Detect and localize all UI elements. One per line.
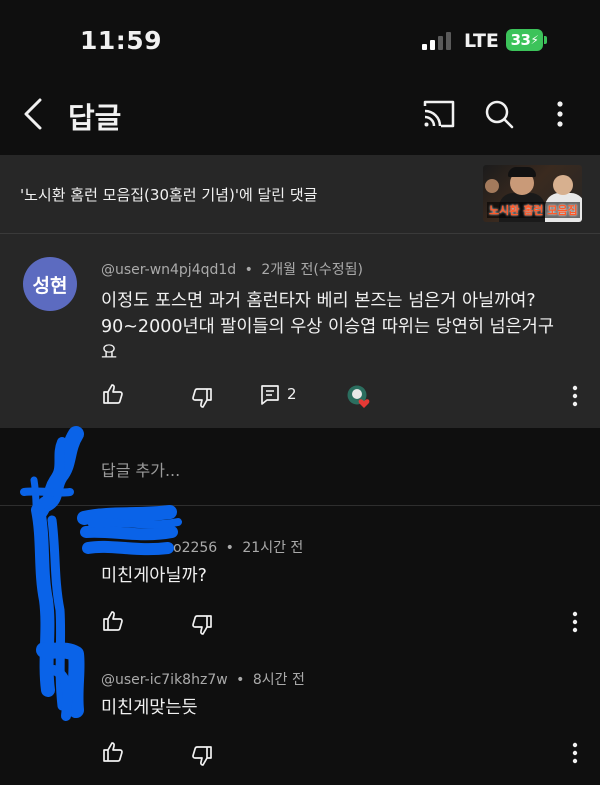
reply-item: o2256 • 21시간 전 미친게아닐까? — [0, 506, 600, 636]
add-reply-field[interactable]: 답글 추가... — [0, 428, 600, 506]
comment-line: 요 — [101, 343, 118, 363]
avatar[interactable]: 성현 — [23, 257, 77, 311]
reply-menu-icon[interactable] — [568, 610, 582, 634]
more-icon[interactable] — [540, 94, 580, 134]
reply-count[interactable]: 2 — [287, 385, 297, 403]
reply-meta: o2256 • 21시간 전 — [101, 537, 303, 557]
reply-icon[interactable] — [258, 383, 282, 407]
dislike-icon[interactable] — [190, 744, 214, 768]
signal-icon — [422, 32, 454, 50]
cast-icon[interactable] — [419, 94, 459, 134]
meta-separator: • — [236, 672, 245, 688]
meta-separator: • — [244, 262, 253, 278]
reply-menu-icon[interactable] — [568, 741, 582, 765]
reply-time: 21시간 전 — [242, 540, 304, 556]
like-icon[interactable] — [101, 740, 125, 764]
like-icon[interactable] — [101, 609, 125, 633]
reply-time: 8시간 전 — [252, 672, 305, 688]
thumbnail-title: 노시환 홈런 모음집 — [487, 202, 580, 218]
comment-author[interactable]: @user-wn4pj4qd1d — [101, 262, 236, 278]
video-thumbnail[interactable]: 노시환 홈런 모음집 — [483, 165, 582, 222]
back-icon[interactable] — [18, 92, 52, 136]
creator-heart-icon — [347, 385, 370, 408]
meta-separator: • — [225, 540, 234, 556]
comment-time: 2개월 전(수정됨) — [261, 262, 363, 278]
reply-item: @user-ic7ik8hz7w • 8시간 전 미친게맞는듯 — [0, 640, 600, 780]
add-reply-placeholder[interactable]: 답글 추가... — [101, 457, 180, 481]
battery-level: 33 — [510, 31, 531, 49]
battery-nub — [544, 36, 547, 44]
network-type: LTE — [464, 30, 499, 52]
reply-author[interactable]: o2256 — [173, 540, 217, 556]
dislike-icon[interactable] — [190, 613, 214, 637]
app-header: 답글 — [0, 80, 600, 150]
comment-line: 이정도 포스면 과거 홈런타자 베리 본즈는 넘은거 아닐까여? — [101, 291, 536, 311]
comment-text: 이정도 포스면 과거 홈런타자 베리 본즈는 넘은거 아닐까여? 90~2000… — [101, 288, 554, 366]
status-time: 11:59 — [80, 26, 163, 55]
like-icon[interactable] — [101, 382, 125, 406]
comment-line: 90~2000년대 팔이들의 우상 이승엽 따위는 당연히 넘은거구 — [101, 317, 554, 337]
main-comment: 성현 @user-wn4pj4qd1d • 2개월 전(수정됨) 이정도 포스면… — [0, 233, 600, 428]
reply-text: 미친게맞는듯 — [101, 698, 198, 718]
reply-meta: @user-ic7ik8hz7w • 8시간 전 — [101, 669, 305, 689]
reply-author[interactable]: @user-ic7ik8hz7w — [101, 672, 228, 688]
avatar-text: 성현 — [32, 274, 68, 297]
status-bar: 11:59 LTE 33 ⚡ — [0, 0, 600, 80]
parent-video-label: '노시환 홈런 모음집(30홈런 기념)'에 달린 댓글 — [20, 186, 318, 204]
comment-menu-icon[interactable] — [568, 384, 582, 408]
parent-video-bar[interactable]: '노시환 홈런 모음집(30홈런 기념)'에 달린 댓글 노시환 홈런 모음집 — [0, 155, 600, 233]
search-icon[interactable] — [479, 94, 519, 134]
dislike-icon[interactable] — [190, 386, 214, 410]
comment-meta: @user-wn4pj4qd1d • 2개월 전(수정됨) — [101, 259, 363, 279]
page-title: 답글 — [68, 101, 122, 135]
battery-icon: 33 ⚡ — [506, 29, 543, 51]
reply-text: 미친게아닐까? — [101, 566, 207, 586]
